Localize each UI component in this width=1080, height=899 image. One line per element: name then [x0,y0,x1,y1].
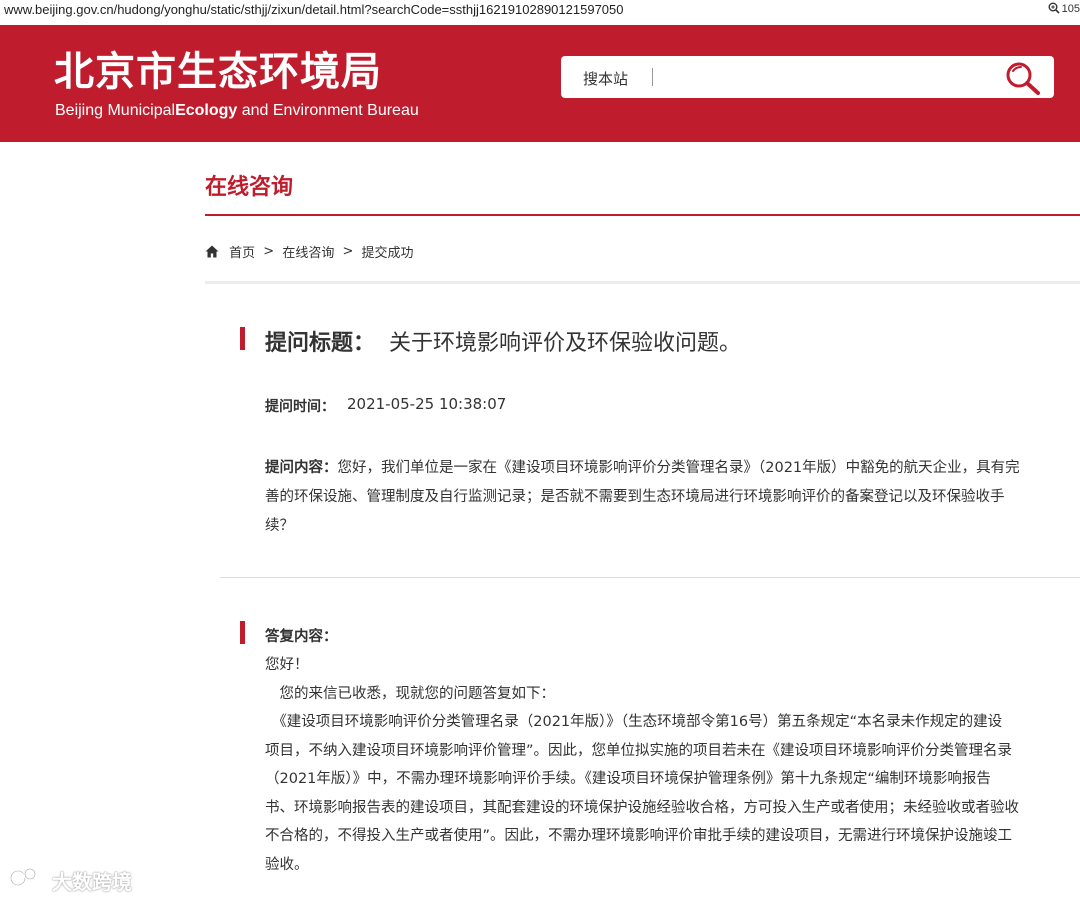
answer-line: 不合格的，不得投入生产或者使用”。因此，不需办理环境影响评价审批手续的建设项目，… [265,828,1013,844]
answer-line: 书、环境影响报告表的建设项目，其配套建设的环境保护设施经验收合格，方可投入生产或… [265,799,1019,816]
answer-content: 您好！ 您的来信已收悉，现就您的问题答复如下： 《建设项目环境影响评价分类管理名… [265,651,1080,879]
home-icon [205,245,219,258]
zoom-magnifier-icon [1048,2,1060,14]
search-label: 搜本站 [583,70,629,88]
address-bar[interactable]: www.beijing.gov.cn/hudong/yonghu/static/… [0,0,1080,20]
search-input[interactable] [658,62,967,94]
watermark: 大数跨境 [8,862,132,894]
answer-line: 验收。 [265,856,309,873]
zoom-level: 105 [1061,3,1080,15]
subtitle-part-1: Beijing Municipal [55,102,176,119]
site-search-box: 搜本站 [561,56,1054,98]
url-text[interactable]: www.beijing.gov.cn/hudong/yonghu/static/… [4,2,624,17]
question-title-label: 提问标题： [265,331,376,356]
site-title[interactable]: 北京市生态环境局 [54,47,382,97]
question-content: 提问内容：您好，我们单位是一家在《建设项目环境影响评价分类管理名录》（2021年… [265,454,1080,544]
section-title: 在线咨询 [205,175,294,200]
breadcrumb-divider [205,281,1080,284]
breadcrumb-current: 提交成功 [361,246,414,261]
site-header: 北京市生态环境局 Beijing MunicipalEcology and En… [0,25,1080,142]
answer-marker [240,621,245,644]
answer-line: 《建设项目环境影响评价分类管理名录（2021年版）》（生态环境部令第16号）第五… [265,714,1003,730]
breadcrumb: 首页 > 在线咨询 > 提交成功 [205,242,414,261]
question-time: 2021-05-25 10:38:07 [347,395,507,413]
answer-line: 您好！ [265,657,309,673]
watermark-logo-icon [9,867,45,887]
question-answer-divider [220,577,1080,578]
answer-label: 答复内容： [265,629,338,645]
search-button[interactable] [1002,58,1048,98]
site-subtitle: Beijing MunicipalEcology and Environment… [55,102,419,120]
breadcrumb-separator: > [342,244,354,259]
subtitle-part-2: Ecology [175,102,238,119]
subtitle-part-3: and Environment Bureau [237,102,419,119]
question-time-label: 提问时间： [265,399,335,415]
section-title-underline [205,214,1080,216]
question-content-line: 续？ [265,518,294,534]
search-divider [652,68,653,86]
breadcrumb-home-link[interactable]: 首页 [229,246,255,261]
question-content-line: 善的环保设施、管理制度及自行监测记录；是否就不需要到生态环境局进行环境影响评价的… [265,489,1005,505]
breadcrumb-separator: > [263,244,275,259]
question-content-label: 提问内容： [265,460,338,476]
question-title: 关于环境影响评价及环保验收问题。 [389,331,742,356]
question-title-marker [240,327,245,350]
search-icon [1006,62,1040,95]
answer-line: 您的来信已收悉，现就您的问题答复如下： [265,685,555,702]
answer-line: 项目，不纳入建设项目环境影响评价管理”。因此，您单位拟实施的项目若未在《建设项目… [265,742,1013,759]
breadcrumb-consult-link[interactable]: 在线咨询 [282,246,334,261]
answer-line: （2021年版）》中，不需办理环境影响评价手续。《建设项目环境保护管理条例》第十… [265,771,991,787]
zoom-indicator[interactable]: 105 [1048,2,1080,15]
watermark-text: 大数跨境 [52,870,132,894]
question-content-line: 您好，我们单位是一家在《建设项目环境影响评价分类管理名录》（2021年版）中豁免… [337,460,1020,476]
